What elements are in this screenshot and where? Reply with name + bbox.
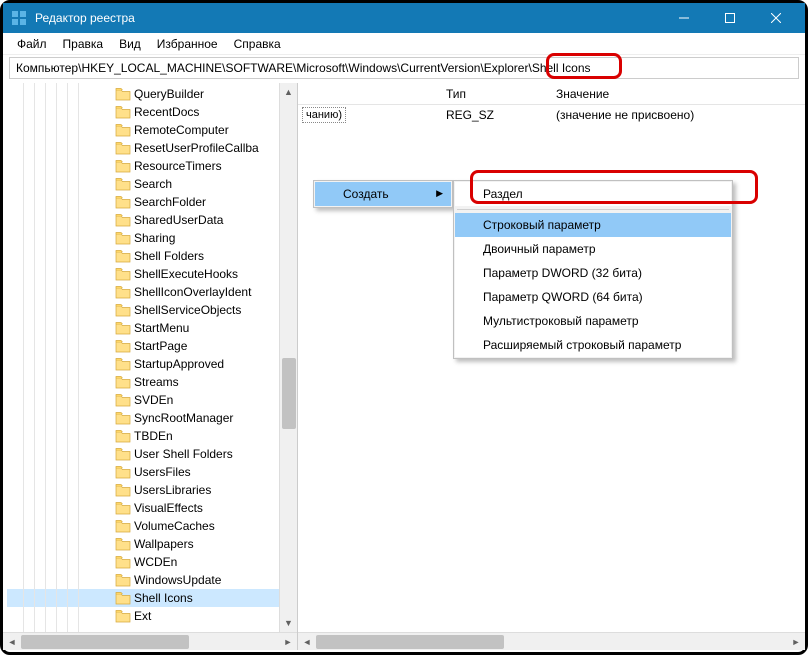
tree-item-label: StartMenu (134, 321, 189, 335)
tree-item-label: VolumeCaches (134, 519, 215, 533)
tree-item-label: Shell Icons (134, 591, 193, 605)
context-submenu[interactable]: Раздел Строковый параметрДвоичный парамет… (453, 180, 733, 359)
values-pane: Тип Значение чанию) REG_SZ (значение не … (298, 83, 805, 650)
scroll-left-icon[interactable]: ◄ (298, 633, 316, 651)
tree-item-label: ResetUserProfileCallba (134, 141, 259, 155)
submenu-item[interactable]: Строковый параметр (455, 213, 731, 237)
tree-item-label: SharedUserData (134, 213, 223, 227)
tree-item-label: Search (134, 177, 172, 191)
submenu-arrow-icon: ▶ (436, 188, 443, 199)
tree-item-label: VisualEffects (134, 501, 203, 515)
scroll-left-icon[interactable]: ◄ (3, 633, 21, 651)
submenu-item[interactable]: Параметр QWORD (64 бита) (455, 285, 731, 309)
list-header[interactable]: Тип Значение (298, 83, 805, 105)
submenu-item[interactable]: Параметр DWORD (32 бита) (455, 261, 731, 285)
default-value-row[interactable]: чанию) REG_SZ (значение не присвоено) (298, 105, 805, 125)
minimize-button[interactable] (661, 3, 707, 33)
submenu-item[interactable]: Расширяемый строковый параметр (455, 333, 731, 357)
ctx-create[interactable]: Создать ▶ (315, 182, 451, 206)
context-menu[interactable]: Создать ▶ (313, 180, 453, 208)
row-value: (значение не присвоено) (556, 108, 694, 122)
scroll-right-icon[interactable]: ► (787, 633, 805, 651)
menu-favorites[interactable]: Избранное (149, 35, 226, 53)
menu-bar: Файл Правка Вид Избранное Справка (3, 33, 805, 55)
submenu-item[interactable]: Раздел (455, 182, 731, 206)
tree-item-label: Sharing (134, 231, 175, 245)
menu-file[interactable]: Файл (9, 35, 55, 53)
tree-item-label: RecentDocs (134, 105, 199, 119)
tree-item-label: SyncRootManager (134, 411, 233, 425)
tree-pane[interactable]: QueryBuilder RecentDocs RemoteComputer Rese… (3, 83, 298, 650)
tree-item-label: UsersLibraries (134, 483, 211, 497)
tree-item-label: ResourceTimers (134, 159, 222, 173)
tree-item-label: SearchFolder (134, 195, 206, 209)
tree-item-label: ShellExecuteHooks (134, 267, 238, 281)
scroll-up-icon[interactable]: ▲ (280, 83, 297, 101)
submenu-item[interactable]: Мультистроковый параметр (455, 309, 731, 333)
tree-item-label: ShellServiceObjects (134, 303, 241, 317)
tree-item-label: Wallpapers (134, 537, 194, 551)
tree-item-label: Ext (134, 609, 151, 623)
submenu-item[interactable]: Двоичный параметр (455, 237, 731, 261)
address-path: Компьютер\HKEY_LOCAL_MACHINE\SOFTWARE\Mi… (16, 61, 591, 75)
scroll-down-icon[interactable]: ▼ (280, 614, 297, 632)
tree-item-label: Streams (134, 375, 179, 389)
tree-item-label: WindowsUpdate (134, 573, 221, 587)
menu-view[interactable]: Вид (111, 35, 149, 53)
list-hscrollbar[interactable]: ◄ ► (298, 632, 805, 650)
tree-item-label: ShellIconOverlayIdent (134, 285, 251, 299)
col-type[interactable]: Тип (446, 87, 466, 101)
menu-edit[interactable]: Правка (55, 35, 112, 53)
tree-item-label: Shell Folders (134, 249, 204, 263)
row-type: REG_SZ (446, 108, 494, 122)
tree-item-label: QueryBuilder (134, 87, 204, 101)
tree-item-label: User Shell Folders (134, 447, 233, 461)
col-value[interactable]: Значение (556, 87, 609, 101)
tree-hscrollbar[interactable]: ◄ ► (3, 632, 297, 650)
title-bar: Редактор реестра (3, 3, 805, 33)
window-title: Редактор реестра (35, 11, 661, 25)
tree-item-label: UsersFiles (134, 465, 191, 479)
scroll-right-icon[interactable]: ► (279, 633, 297, 651)
tree-item-label: SVDEn (134, 393, 173, 407)
app-icon (11, 10, 27, 26)
menu-help[interactable]: Справка (226, 35, 289, 53)
tree-item-label: TBDEn (134, 429, 173, 443)
tree-item-label: RemoteComputer (134, 123, 229, 137)
tree-vscrollbar[interactable]: ▲ ▼ (279, 83, 297, 632)
tree-item-label: WCDEn (134, 555, 177, 569)
tree-item-label: StartupApproved (134, 357, 224, 371)
close-button[interactable] (753, 3, 799, 33)
address-bar[interactable]: Компьютер\HKEY_LOCAL_MACHINE\SOFTWARE\Mi… (9, 57, 799, 79)
default-label: чанию) (302, 107, 346, 123)
tree-item-label: StartPage (134, 339, 187, 353)
maximize-button[interactable] (707, 3, 753, 33)
